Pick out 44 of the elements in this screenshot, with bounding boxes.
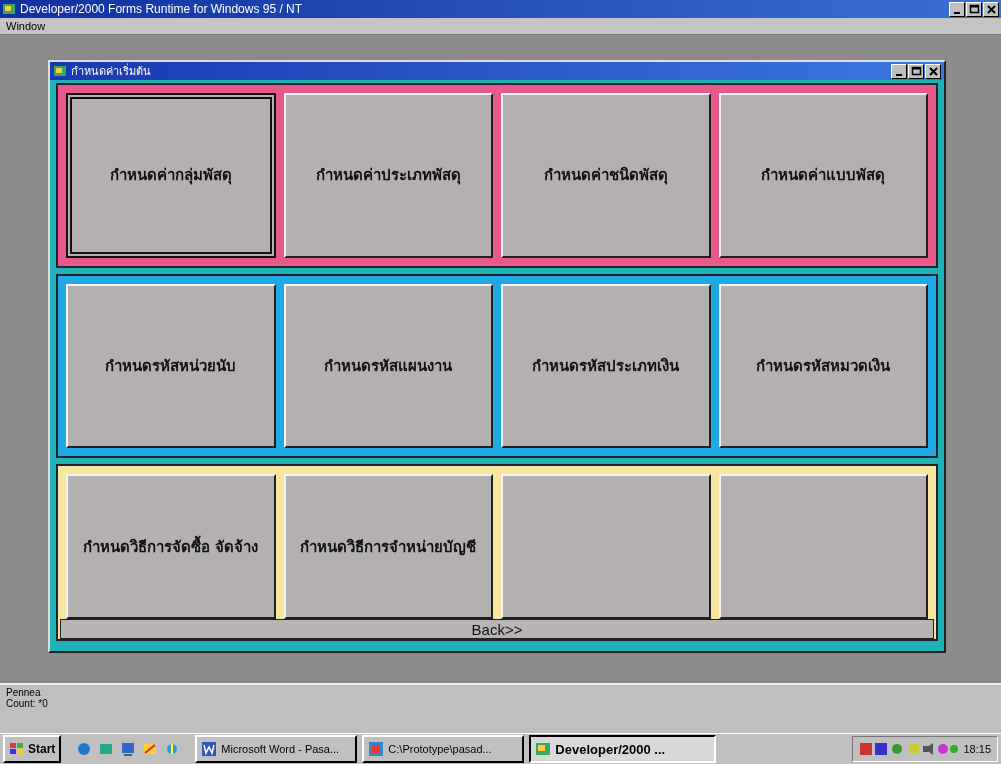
- close-icon: [927, 65, 939, 77]
- app-icon: [2, 2, 16, 16]
- flag-icon: [9, 742, 25, 756]
- close-button[interactable]: [983, 1, 999, 17]
- form-title: กำหนดค่าเริ่มต้น: [71, 62, 152, 79]
- maximize-icon: [910, 65, 922, 77]
- maximize-icon: [968, 3, 980, 15]
- form-button[interactable]: [718, 474, 928, 619]
- globe-icon[interactable]: [76, 741, 93, 757]
- maximize-button[interactable]: [908, 63, 924, 79]
- form-button[interactable]: [501, 474, 711, 619]
- taskbar-button[interactable]: Microsoft Word - Pasa...: [195, 735, 358, 763]
- minimize-button[interactable]: [891, 63, 907, 79]
- window-icon: [368, 741, 385, 757]
- taskbar-button[interactable]: C:\Prototype\pasad...: [362, 735, 525, 763]
- form-button[interactable]: กำหนดค่ากลุ่มพัสดุ: [66, 93, 276, 258]
- form-icon: [535, 741, 552, 757]
- form-button[interactable]: กำหนดรหัสหมวดเงิน: [718, 283, 928, 449]
- form-button[interactable]: กำหนดวิธีการจัดซื้อ จัดจ้าง: [66, 474, 276, 619]
- document-icon: [201, 741, 218, 757]
- form-button[interactable]: กำหนดค่าชนิดพัสดุ: [501, 93, 711, 258]
- status-text: Pennea: [6, 687, 42, 698]
- close-icon: [985, 3, 997, 15]
- menu-item[interactable]: Window: [6, 20, 46, 32]
- form-button[interactable]: กำหนดค่าประเภทพัสดุ: [283, 93, 493, 258]
- pencil-icon[interactable]: [142, 741, 159, 757]
- minimize-icon: [896, 73, 902, 76]
- monitor-icon[interactable]: [120, 741, 137, 757]
- close-button[interactable]: [925, 63, 941, 79]
- maximize-button[interactable]: [966, 1, 982, 17]
- start-button[interactable]: Start: [3, 735, 62, 763]
- form-icon: [53, 64, 67, 78]
- window-title: Developer/2000 Forms Runtime for Windows 95 / NT: [20, 2, 304, 16]
- minimize-button[interactable]: [949, 1, 965, 17]
- form-button[interactable]: กำหนดรหัสแผนงาน: [283, 283, 493, 449]
- clock: 18:15: [963, 743, 991, 755]
- back-button[interactable]: Back>>: [60, 619, 934, 639]
- form-button[interactable]: กำหนดค่าแบบพัสดุ: [718, 93, 928, 258]
- form-button[interactable]: กำหนดวิธีการจำหน่ายบัญชี: [283, 474, 493, 619]
- form-button[interactable]: กำหนดรหัสประเภทเงิน: [501, 283, 711, 449]
- minimize-icon: [954, 11, 960, 14]
- status-text: Count: *0: [6, 698, 49, 709]
- form-button[interactable]: กำหนดรหัสหน่วยนับ: [66, 283, 276, 449]
- taskbar-button[interactable]: Developer/2000 ...: [529, 735, 717, 763]
